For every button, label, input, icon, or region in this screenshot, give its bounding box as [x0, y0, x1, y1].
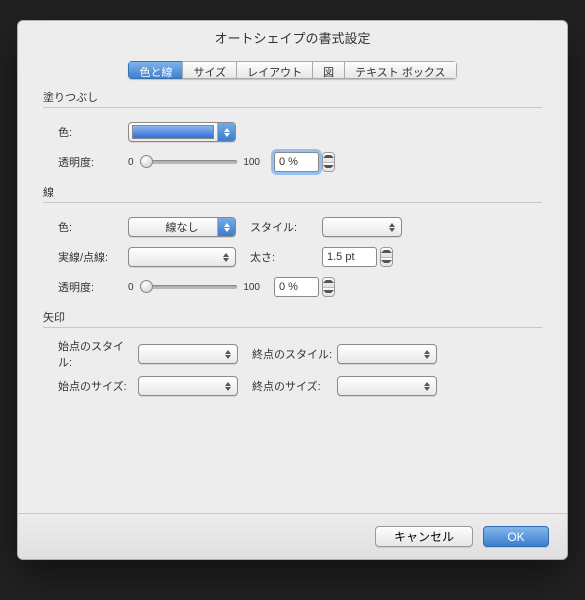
tab-size[interactable]: サイズ: [182, 61, 236, 79]
updown-icon: [217, 123, 235, 141]
line-transparency-stepper[interactable]: [322, 277, 335, 297]
tab-bar: 色と線 サイズ レイアウト 図 テキスト ボックス: [18, 61, 567, 79]
cancel-button[interactable]: キャンセル: [375, 526, 473, 547]
slider-thumb[interactable]: [140, 155, 153, 168]
ok-button[interactable]: OK: [483, 526, 549, 547]
dialog-title: オートシェイプの書式設定: [18, 21, 567, 47]
line-dash-popup[interactable]: [128, 247, 236, 267]
line-weight-stepper[interactable]: [380, 247, 393, 267]
line-transparency-field[interactable]: 0 %: [274, 277, 319, 297]
end-size-popup[interactable]: [337, 376, 437, 396]
tab-color-line[interactable]: 色と線: [128, 61, 182, 79]
line-transparency-label: 透明度:: [43, 279, 128, 295]
line-transparency-slider[interactable]: 0 100: [128, 282, 260, 293]
tab-picture[interactable]: 図: [312, 61, 344, 79]
fill-color-popup[interactable]: [128, 122, 236, 142]
updown-icon: [418, 377, 436, 395]
line-color-popup[interactable]: 線なし: [128, 217, 236, 237]
line-style-popup[interactable]: [322, 217, 402, 237]
slider-thumb[interactable]: [140, 280, 153, 293]
updown-icon: [418, 345, 436, 363]
tab-textbox[interactable]: テキスト ボックス: [344, 61, 456, 79]
dialog-footer: キャンセル OK: [18, 513, 567, 559]
fill-color-swatch: [132, 125, 214, 139]
begin-style-label: 始点のスタイル:: [43, 338, 138, 370]
updown-icon: [383, 218, 401, 236]
end-style-popup[interactable]: [337, 344, 437, 364]
begin-size-label: 始点のサイズ:: [43, 378, 138, 394]
updown-icon: [217, 218, 235, 236]
fill-color-label: 色:: [43, 124, 128, 140]
begin-size-popup[interactable]: [138, 376, 238, 396]
format-autoshape-dialog: オートシェイプの書式設定 色と線 サイズ レイアウト 図 テキスト ボックス 塗…: [17, 20, 568, 560]
end-style-label: 終点のスタイル:: [252, 346, 337, 362]
line-weight-label: 太さ:: [250, 249, 322, 265]
updown-icon: [217, 248, 235, 266]
line-dash-label: 実線/点線:: [43, 249, 128, 265]
line-style-label: スタイル:: [250, 219, 322, 235]
end-size-label: 終点のサイズ:: [252, 378, 337, 394]
fill-transparency-stepper[interactable]: [322, 152, 335, 172]
updown-icon: [219, 345, 237, 363]
line-section-title: 線: [43, 184, 542, 200]
fill-section-title: 塗りつぶし: [43, 89, 542, 105]
begin-style-popup[interactable]: [138, 344, 238, 364]
tab-layout[interactable]: レイアウト: [236, 61, 312, 79]
line-color-label: 色:: [43, 219, 128, 235]
updown-icon: [219, 377, 237, 395]
fill-transparency-label: 透明度:: [43, 154, 128, 170]
fill-transparency-slider[interactable]: 0 100: [128, 157, 260, 168]
fill-transparency-field[interactable]: 0 %: [274, 152, 319, 172]
arrows-section-title: 矢印: [43, 309, 542, 325]
line-weight-field[interactable]: 1.5 pt: [322, 247, 377, 267]
